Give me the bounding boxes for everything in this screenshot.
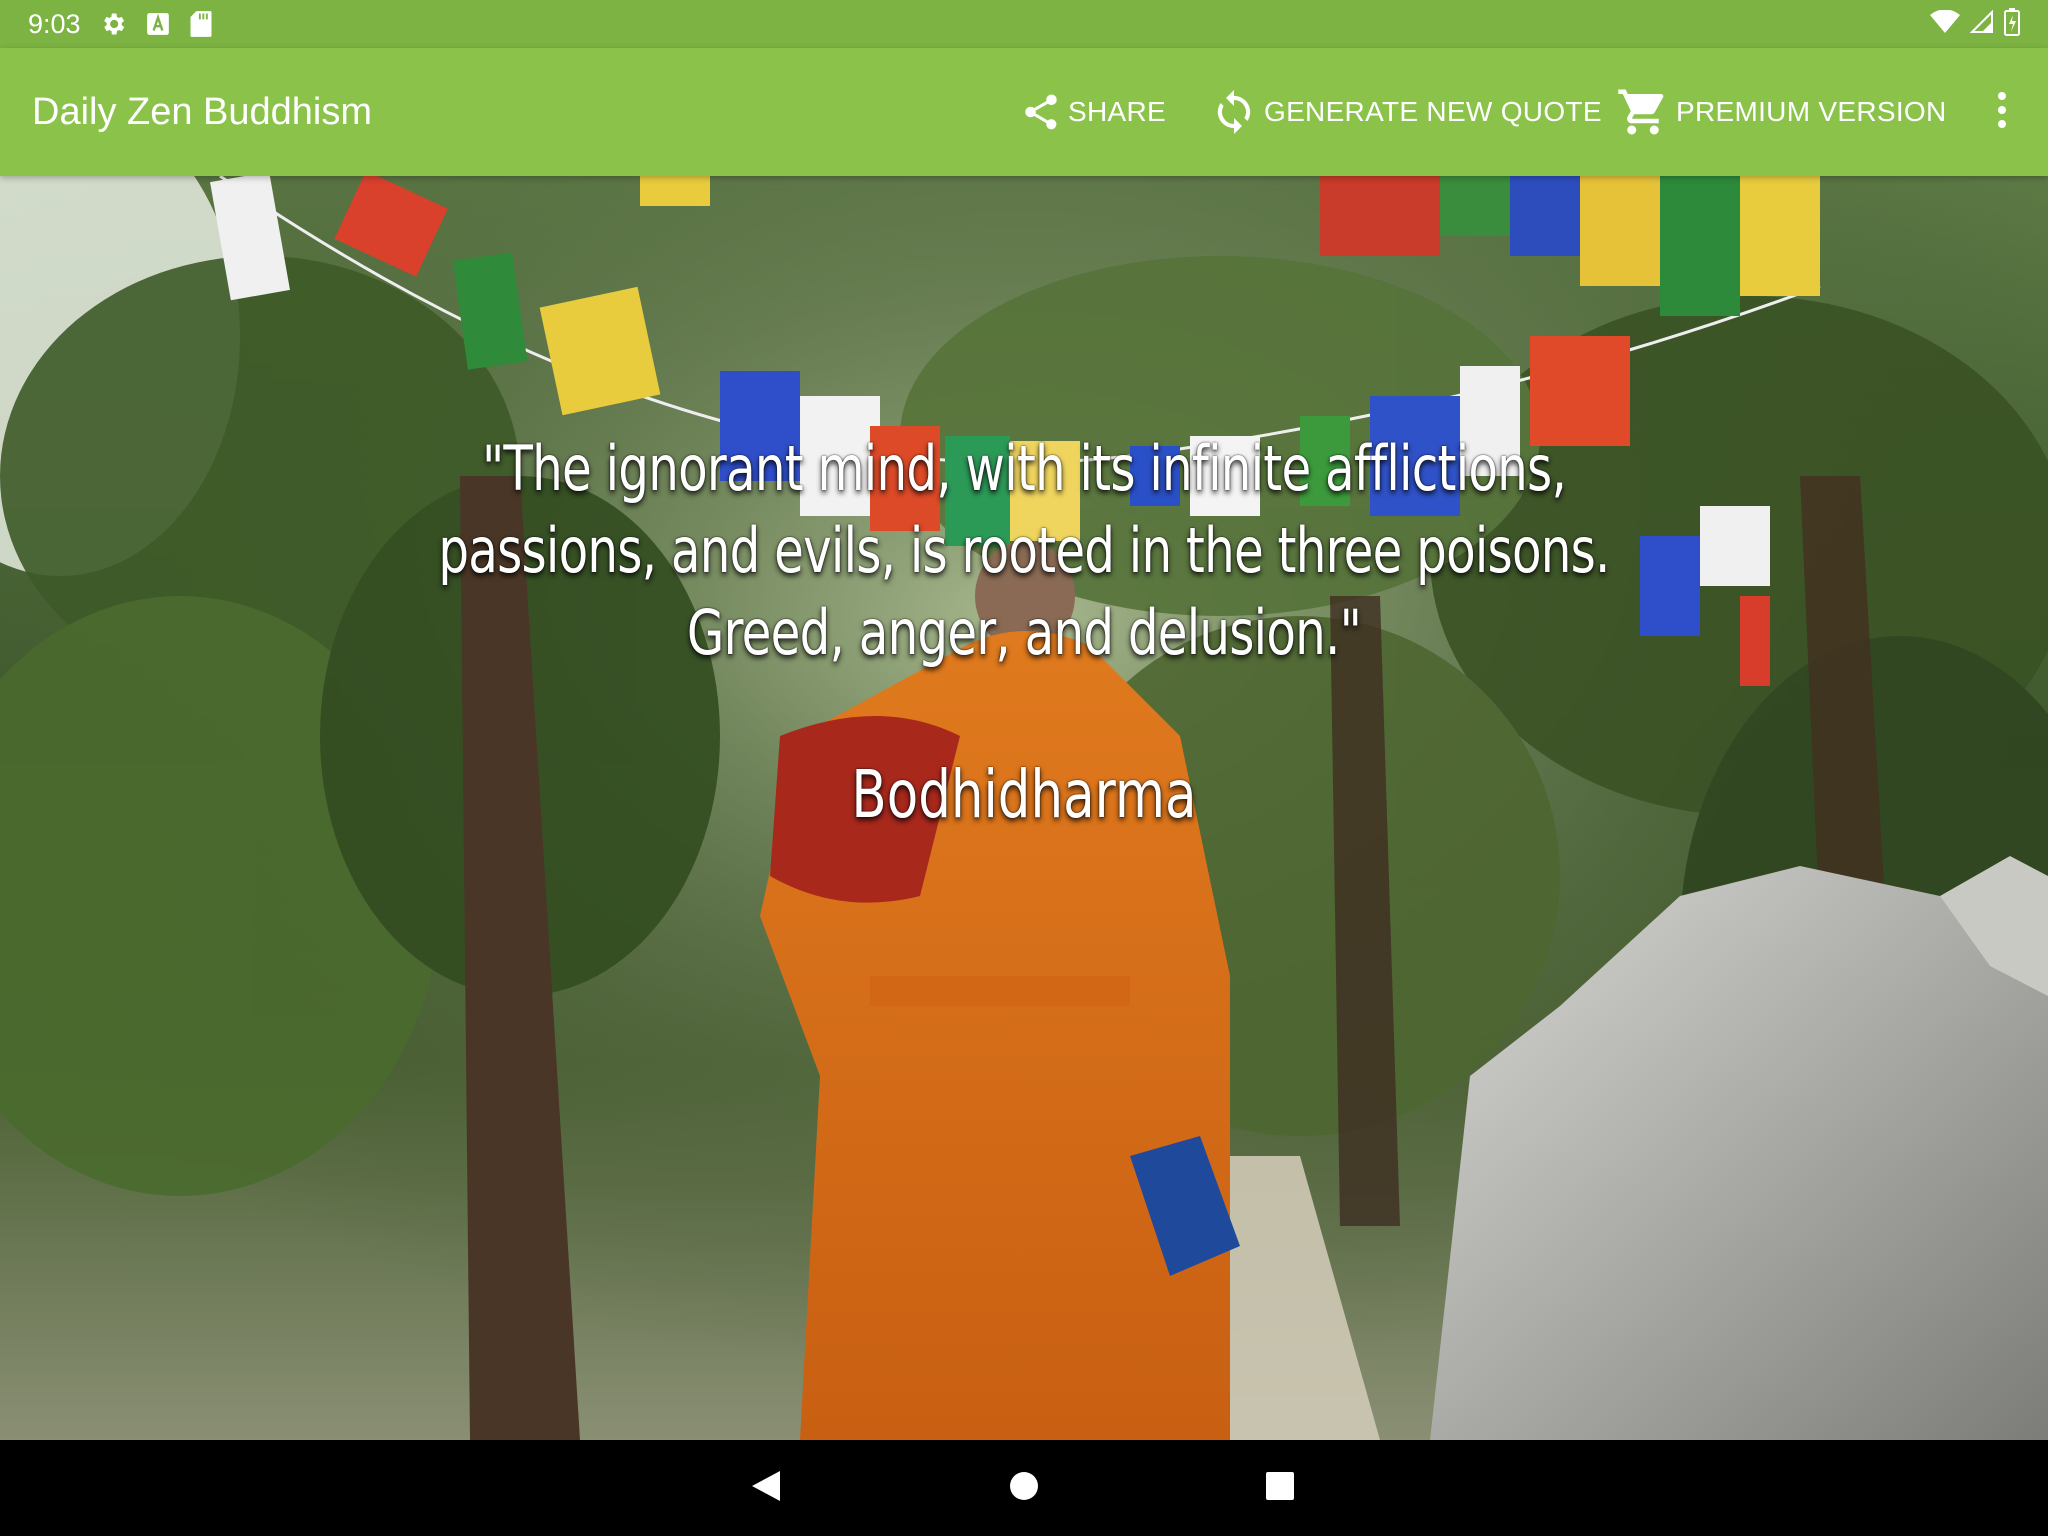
app-bar: Daily Zen Buddhism SHARE GENERATE NEW QU…: [0, 48, 2048, 176]
signal-icon: [1969, 9, 1994, 39]
share-button[interactable]: SHARE: [1020, 48, 1166, 176]
status-time: 9:03: [28, 8, 81, 39]
back-icon: [750, 1469, 782, 1508]
cart-icon: [1616, 85, 1670, 139]
more-vert-icon: [1996, 90, 2008, 135]
more-options-button[interactable]: [1978, 48, 2026, 176]
font-a-icon: [145, 11, 171, 37]
wifi-icon: [1930, 8, 1960, 39]
status-bar: 9:03: [0, 0, 2048, 48]
gear-icon: [99, 10, 127, 38]
screen: 9:03 Daily Zen Buddhism SHARE GENERATE N…: [0, 0, 2048, 1536]
home-icon: [1008, 1470, 1040, 1507]
back-button[interactable]: [718, 1440, 814, 1536]
recents-button[interactable]: [1232, 1440, 1328, 1536]
quote-container: "The ignorant mind, with its infinite af…: [0, 428, 2048, 836]
generate-new-quote-button[interactable]: GENERATE NEW QUOTE: [1210, 48, 1602, 176]
quote-author: Bodhidharma: [851, 756, 1197, 833]
share-label: SHARE: [1068, 96, 1166, 127]
share-icon: [1020, 91, 1062, 133]
sd-card-icon: [189, 10, 213, 38]
generate-new-quote-label: GENERATE NEW QUOTE: [1264, 96, 1602, 127]
status-right: [1930, 0, 2020, 48]
recents-icon: [1265, 1471, 1295, 1506]
premium-version-label: PREMIUM VERSION: [1676, 96, 1947, 127]
navigation-bar: [0, 1440, 2048, 1536]
app-title: Daily Zen Buddhism: [32, 91, 373, 133]
refresh-icon: [1210, 88, 1258, 136]
battery-icon: [2004, 7, 2020, 41]
quote-text: "The ignorant mind, with its infinite af…: [438, 432, 1610, 669]
home-button[interactable]: [976, 1440, 1072, 1536]
premium-version-button[interactable]: PREMIUM VERSION: [1616, 48, 1947, 176]
